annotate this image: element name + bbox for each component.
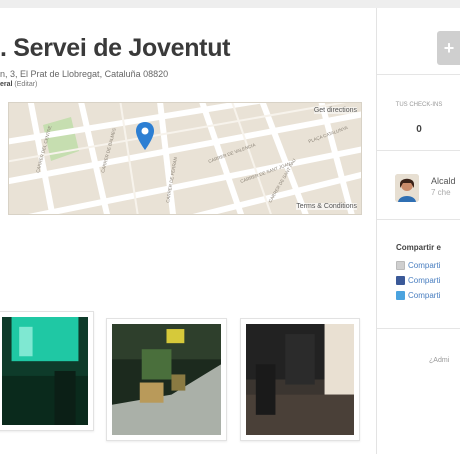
map-pin-icon[interactable]	[135, 121, 155, 151]
photo-thumbnail[interactable]	[0, 311, 94, 431]
divider	[377, 328, 460, 329]
top-bar	[0, 0, 460, 8]
share-facebook-link[interactable]: Comparti	[396, 276, 440, 286]
twitter-icon	[396, 291, 405, 301]
photo-thumbnail[interactable]	[106, 318, 227, 441]
share-heading: Compartir e	[396, 243, 441, 252]
mayor-checkins: 7 che	[431, 188, 451, 197]
add-button[interactable]: +	[437, 31, 460, 65]
main-content: . Servei de Joventut n, 3, El Prat de Ll…	[0, 8, 376, 454]
divider	[377, 150, 460, 151]
share-email-link[interactable]: Comparti	[396, 261, 440, 271]
venue-category-line: eral (Editar)	[0, 81, 37, 88]
admin-link[interactable]: ¿Admi	[429, 357, 449, 364]
sidebar: + TUS CHECK-INS 0 Alcald 7 che Compartir…	[376, 8, 460, 454]
email-icon	[396, 261, 405, 271]
venue-map[interactable]: CARRER DEL CENTRE CARRER DE BALMES CARRER …	[8, 102, 362, 215]
divider	[377, 74, 460, 75]
edit-category-link[interactable]: (Editar)	[14, 81, 37, 88]
divider	[377, 219, 460, 220]
mayor-name-link[interactable]: Alcald	[431, 176, 456, 186]
share-twitter-link[interactable]: Comparti	[396, 291, 440, 301]
checkins-stat-label: TUS CHECK-INS	[395, 102, 443, 108]
page-title: . Servei de Joventut	[0, 34, 231, 62]
map-terms-link[interactable]: Terms & Conditions	[296, 203, 357, 210]
avatar[interactable]	[395, 174, 419, 202]
facebook-icon	[396, 276, 405, 286]
venue-address: n, 3, El Prat de Llobregat, Cataluña 088…	[0, 69, 169, 79]
map-streets: CARRER DEL CENTRE CARRER DE BALMES CARRER …	[9, 103, 361, 214]
checkins-stat-value: 0	[416, 124, 422, 135]
get-directions-link[interactable]: Get directions	[313, 107, 357, 114]
photo-thumbnail[interactable]	[240, 318, 360, 441]
venue-category[interactable]: eral	[0, 81, 12, 88]
